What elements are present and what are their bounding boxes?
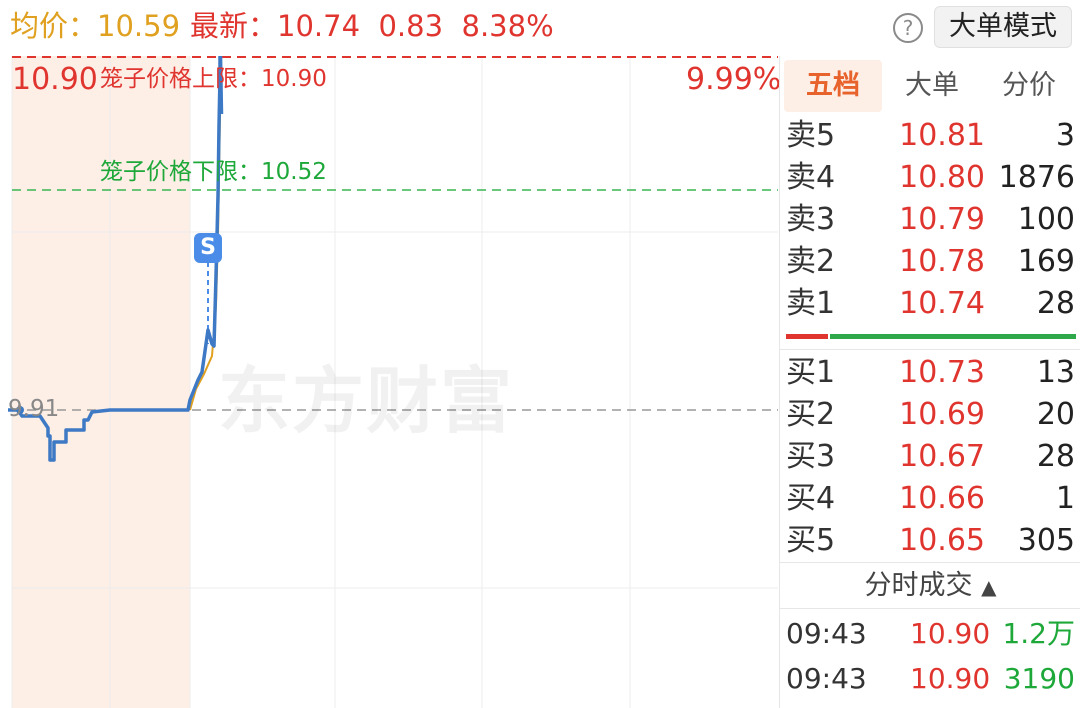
bid-price: 10.69 xyxy=(899,397,985,432)
ask-volume: 1876 xyxy=(998,160,1075,195)
ask-price: 10.81 xyxy=(899,118,985,153)
ask-row[interactable]: 卖5 10.81 3 xyxy=(780,115,1080,157)
upper-cage-label-text: 笼子价格上限： xyxy=(100,66,261,92)
ask-label: 卖5 xyxy=(786,118,836,153)
ask-volume: 3 xyxy=(1055,118,1075,153)
intraday-chart[interactable]: 东方财富 10.90 笼子价格上限：10.90 9.99% 笼子价格下限：10.… xyxy=(0,56,782,708)
lower-cage-value: 10.52 xyxy=(261,159,327,185)
question-circle-icon[interactable]: ? xyxy=(893,13,923,43)
ask-volume: 169 xyxy=(1017,244,1075,279)
ask-price: 10.74 xyxy=(899,286,985,321)
average-price-value: 10.59 xyxy=(97,9,181,43)
upper-cage-label: 笼子价格上限：10.90 xyxy=(100,63,327,95)
bid-row[interactable]: 买3 10.67 28 xyxy=(780,436,1080,478)
buy-sell-ratio-bar xyxy=(786,334,1076,339)
ask-row[interactable]: 卖4 10.80 1876 xyxy=(780,157,1080,199)
tick-price: 10.90 xyxy=(910,617,991,650)
sell-ratio xyxy=(786,334,828,339)
tick-trades-title: 分时成交 xyxy=(864,570,973,601)
order-book-panel: 五档 大单 分价 卖5 10.81 3 卖4 10.80 1876 卖3 10.… xyxy=(779,56,1080,708)
bid-label: 买1 xyxy=(786,355,836,390)
bid-label: 买3 xyxy=(786,439,836,474)
divider xyxy=(780,349,1080,350)
ask-price: 10.78 xyxy=(899,244,985,279)
bid-label: 买5 xyxy=(786,523,836,558)
watermark: 东方财富 xyxy=(218,359,515,443)
divider xyxy=(780,608,1080,609)
tick-row[interactable]: 09:43 10.90 3190 xyxy=(780,657,1080,701)
tick-volume: 1.2万 xyxy=(1002,617,1075,650)
tab-five-levels[interactable]: 五档 xyxy=(784,60,882,112)
ask-volume: 28 xyxy=(1036,286,1075,321)
ask-row[interactable]: 卖2 10.78 169 xyxy=(780,241,1080,283)
ask-label: 卖4 xyxy=(786,160,836,195)
latest-quote: 最新：10.74 0.83 8.38% xyxy=(190,6,554,46)
bid-volume: 20 xyxy=(1036,397,1075,432)
tick-price: 10.90 xyxy=(910,662,991,695)
upper-limit-pct: 9.99% xyxy=(686,62,782,97)
bid-row[interactable]: 买5 10.65 305 xyxy=(780,520,1080,562)
tick-row[interactable]: 09:43 10.90 1.2万 xyxy=(780,612,1080,656)
tick-trades-toggle[interactable]: 分时成交 ▲ xyxy=(780,566,1080,606)
bid-price: 10.65 xyxy=(899,523,985,558)
lower-cage-label: 笼子价格下限：10.52 xyxy=(100,156,327,188)
tick-time: 09:43 xyxy=(786,617,867,650)
bid-price: 10.66 xyxy=(899,481,985,516)
upper-limit-price: 10.90 xyxy=(12,62,98,97)
bid-volume: 13 xyxy=(1036,355,1075,390)
upper-cage-value: 10.90 xyxy=(261,66,327,92)
divider xyxy=(780,562,1080,563)
price-change: 0.83 xyxy=(378,9,444,43)
prev-close-label: 9.91 xyxy=(8,396,60,422)
auction-shade xyxy=(12,56,190,708)
buy-ratio xyxy=(830,334,1076,339)
tab-big-orders[interactable]: 大单 xyxy=(884,60,980,112)
bid-row[interactable]: 买1 10.73 13 xyxy=(780,352,1080,394)
latest-price: 10.74 xyxy=(277,9,361,43)
tick-volume: 3190 xyxy=(1003,662,1075,695)
ask-label: 卖1 xyxy=(786,286,836,321)
quote-header: 均价：10.59 最新：10.74 0.83 8.38% ? 大单模式 xyxy=(0,0,1080,56)
ask-row[interactable]: 卖3 10.79 100 xyxy=(780,199,1080,241)
ask-label: 卖3 xyxy=(786,202,836,237)
tab-price-distribution[interactable]: 分价 xyxy=(980,60,1078,112)
sell-signal-marker[interactable]: S xyxy=(194,233,222,263)
bid-price: 10.73 xyxy=(899,355,985,390)
big-order-mode-button[interactable]: 大单模式 xyxy=(934,6,1072,48)
tick-time: 09:43 xyxy=(786,662,867,695)
ask-row[interactable]: 卖1 10.74 28 xyxy=(780,283,1080,325)
bid-row[interactable]: 买2 10.69 20 xyxy=(780,394,1080,436)
latest-label: 最新： xyxy=(190,9,278,43)
ask-label: 卖2 xyxy=(786,244,836,279)
price-change-pct: 8.38% xyxy=(461,9,554,43)
ask-price: 10.80 xyxy=(899,160,985,195)
lower-cage-label-text: 笼子价格下限： xyxy=(100,159,261,185)
triangle-up-icon: ▲ xyxy=(981,575,997,599)
bid-price: 10.67 xyxy=(899,439,985,474)
ask-volume: 100 xyxy=(1017,202,1075,237)
average-price-label: 均价： xyxy=(10,9,98,43)
bid-row[interactable]: 买4 10.66 1 xyxy=(780,478,1080,520)
ask-price: 10.79 xyxy=(899,202,985,237)
bid-volume: 305 xyxy=(1017,523,1075,558)
order-book-tabs: 五档 大单 分价 xyxy=(780,56,1080,116)
bid-label: 买2 xyxy=(786,397,836,432)
bid-volume: 1 xyxy=(1055,481,1075,516)
bid-label: 买4 xyxy=(786,481,836,516)
bid-volume: 28 xyxy=(1036,439,1075,474)
average-price: 均价：10.59 xyxy=(10,6,180,46)
